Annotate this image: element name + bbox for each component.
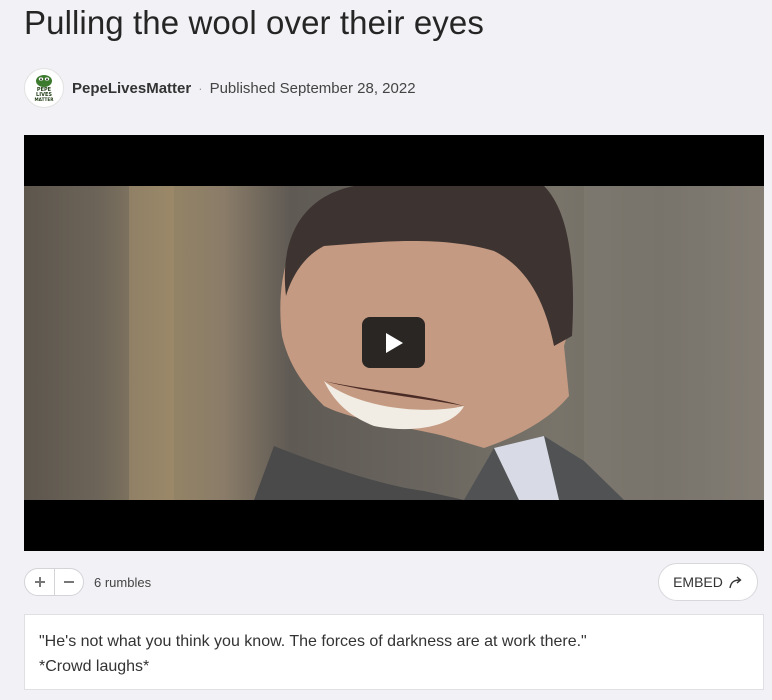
channel-meta: PEPE LIVES MATTER PepeLivesMatter · Publ… <box>24 68 416 108</box>
avatar-line-3: MATTER <box>35 97 55 102</box>
video-description: "He's not what you think you know. The f… <box>24 614 764 690</box>
plus-icon <box>34 577 45 587</box>
video-actions: 6 rumbles <box>24 568 151 596</box>
pepe-logo-icon: PEPE LIVES MATTER <box>35 75 55 102</box>
share-arrow-icon <box>729 576 742 589</box>
rumbles-count: 6 rumbles <box>94 574 152 590</box>
channel-name-link[interactable]: PepeLivesMatter <box>72 80 191 97</box>
play-icon <box>385 332 403 353</box>
video-title: Pulling the wool over their eyes <box>24 4 484 41</box>
downvote-button[interactable] <box>54 569 83 595</box>
embed-button[interactable]: EMBED <box>658 563 758 601</box>
published-date: Published September 28, 2022 <box>209 79 416 97</box>
play-button[interactable] <box>362 317 425 368</box>
video-page: Pulling the wool over their eyes PEPE LI… <box>0 0 772 700</box>
description-line-2: *Crowd laughs* <box>39 658 150 675</box>
channel-avatar[interactable]: PEPE LIVES MATTER <box>24 68 64 108</box>
rumble-vote-group <box>24 568 84 596</box>
video-player[interactable] <box>24 135 764 551</box>
description-line-1: "He's not what you think you know. The f… <box>39 633 587 650</box>
minus-icon <box>64 581 74 583</box>
meta-separator: · <box>198 80 203 96</box>
upvote-button[interactable] <box>25 569 54 595</box>
embed-label: EMBED <box>673 574 723 590</box>
